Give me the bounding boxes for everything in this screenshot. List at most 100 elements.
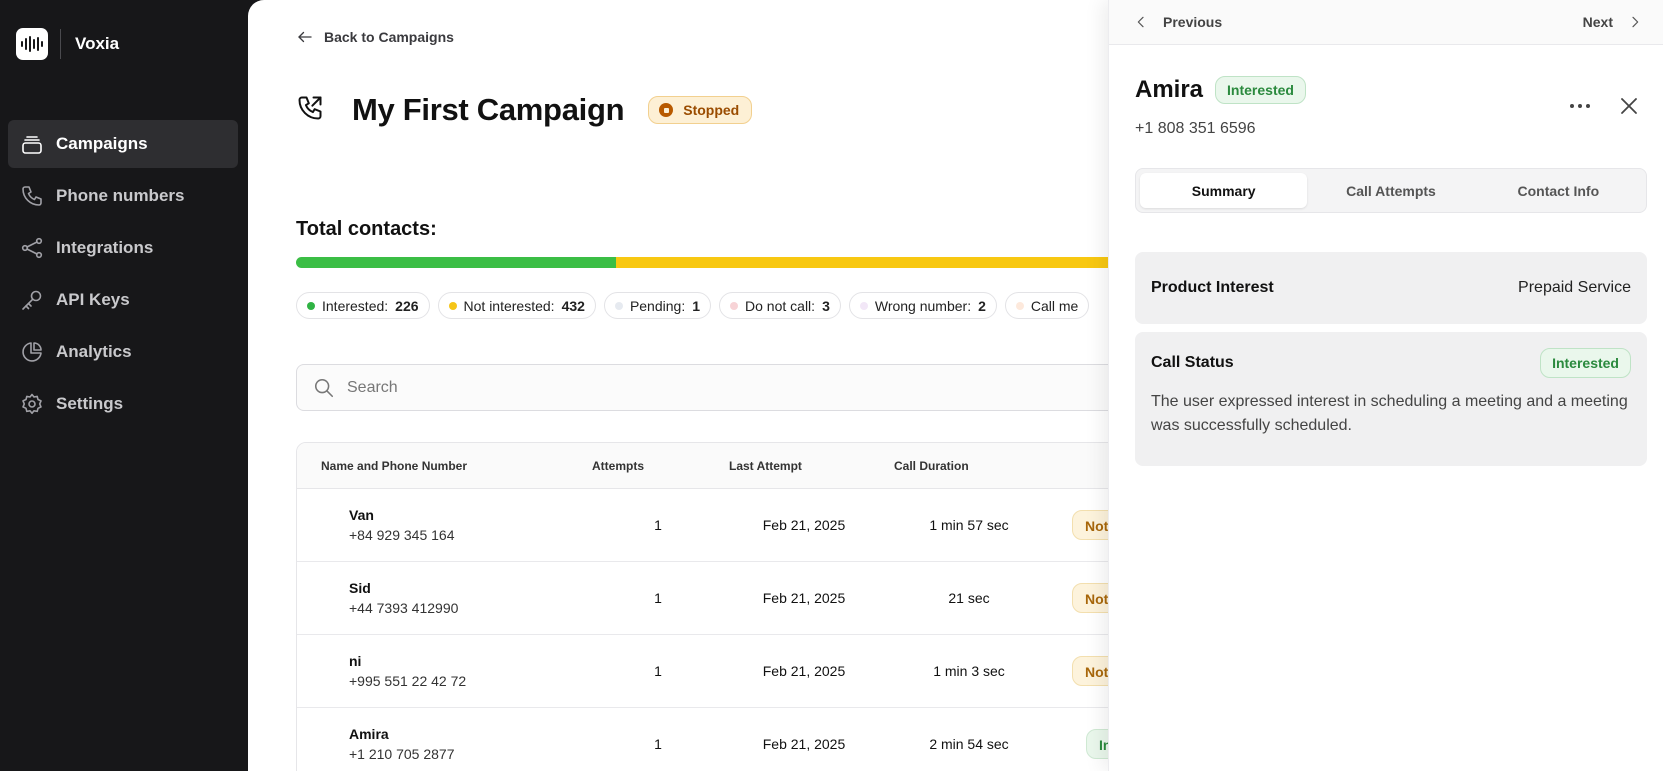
sidebar-item-label: Settings xyxy=(56,394,124,413)
sidebar-item-api-keys[interactable]: API Keys xyxy=(8,276,238,324)
sidebar-item-settings[interactable]: Settings xyxy=(8,380,238,428)
sidebar-item-integrations[interactable]: Integrations xyxy=(8,224,238,272)
status-chip-label: Pending: xyxy=(629,297,686,314)
row-attempts: 1 xyxy=(654,517,662,533)
column-header-attempts[interactable]: Attempts xyxy=(592,459,724,473)
search-icon xyxy=(314,378,334,397)
back-label: Back to Campaigns xyxy=(324,29,454,45)
close-panel-button[interactable] xyxy=(1617,94,1641,118)
previous-button[interactable]: Previous xyxy=(1133,14,1222,30)
column-header-last-attempt[interactable]: Last Attempt xyxy=(724,459,884,473)
column-header-name[interactable]: Name and Phone Number xyxy=(297,459,592,473)
contact-cell: Van +84 929 345 164 xyxy=(297,507,592,543)
status-chip[interactable]: Call me xyxy=(1004,292,1090,319)
search-input[interactable] xyxy=(347,378,947,397)
progress-interested-segment xyxy=(296,257,616,268)
sidebar-item-phone-numbers[interactable]: Phone numbers xyxy=(8,172,238,220)
stop-icon xyxy=(659,103,674,117)
row-contact-phone: +1 210 705 2877 xyxy=(349,746,455,762)
status-chip[interactable]: Not interested: 432 xyxy=(437,292,596,319)
product-interest-title: Product Interest xyxy=(1151,279,1274,296)
row-contact-name: Van xyxy=(349,507,374,523)
status-chip-label: Call me xyxy=(1030,297,1079,314)
table-row[interactable]: Van +84 929 345 164 1 Feb 21, 2025 1 min 57 … xyxy=(297,489,1155,562)
status-chip[interactable]: Do not call: 3 xyxy=(719,292,841,319)
sidebar-item-analytics[interactable]: Analytics xyxy=(8,328,238,376)
table-body: Van +84 929 345 164 1 Feb 21, 2025 1 min 57 … xyxy=(297,489,1155,771)
contact-phone: +1 808 351 6596 xyxy=(1135,120,1256,137)
status-chip-count: 1 xyxy=(692,297,701,314)
contact-cell: Sid +44 7393 412990 xyxy=(297,580,592,616)
row-call-duration: 1 min 57 sec xyxy=(929,517,1009,533)
tab-summary[interactable]: Summary xyxy=(1140,173,1308,208)
status-chip[interactable]: Interested: 226 xyxy=(296,292,430,319)
row-last-attempt: Feb 21, 2025 xyxy=(762,517,846,533)
contact-header: Amira Interested xyxy=(1135,76,1306,104)
product-interest-card: Product Interest Prepaid Service xyxy=(1135,252,1647,324)
status-dot-icon xyxy=(1015,301,1024,310)
campaign-status-label: Stopped xyxy=(683,102,740,118)
row-contact-phone: +84 929 345 164 xyxy=(349,527,455,543)
row-contact-name: ni xyxy=(349,653,362,669)
brand-divider xyxy=(60,29,61,59)
next-label: Next xyxy=(1582,14,1613,30)
contacts-progress-bar xyxy=(296,257,1116,268)
status-chips: Interested: 226 Not interested: 432 Pending:… xyxy=(296,292,1090,319)
total-contacts-label: Total contacts: xyxy=(296,218,437,240)
back-to-campaigns-link[interactable]: Back to Campaigns xyxy=(296,28,454,46)
phone-outgoing-icon xyxy=(296,94,324,127)
call-status-description: The user expressed interest in schedulin… xyxy=(1151,393,1628,434)
product-interest-value: Prepaid Service xyxy=(1518,279,1631,296)
contact-cell: Amira +1 210 705 2877 xyxy=(297,726,592,762)
status-chip[interactable]: Wrong number: 2 xyxy=(848,292,997,319)
sidebar-item-campaigns[interactable]: Campaigns xyxy=(8,120,238,168)
sidebar-nav: Campaigns Phone numbers Integrations API… xyxy=(8,120,238,432)
row-contact-name: Amira xyxy=(349,726,389,742)
row-contact-phone: +44 7393 412990 xyxy=(349,600,459,616)
brand[interactable]: Voxia xyxy=(16,28,119,60)
sidebar-item-label: Phone numbers xyxy=(56,186,185,205)
contact-name: Amira xyxy=(1135,76,1204,103)
status-chip-count: 226 xyxy=(395,297,419,314)
table-header: Name and Phone Number Attempts Last Atte… xyxy=(297,443,1155,489)
key-icon xyxy=(20,288,44,312)
contact-status-badge: Interested xyxy=(1215,76,1306,104)
row-last-attempt: Feb 21, 2025 xyxy=(762,663,846,679)
status-dot-icon xyxy=(307,301,315,310)
status-dot-icon xyxy=(614,301,623,310)
panel-tabs: Summary Call Attempts Contact Info xyxy=(1135,168,1647,213)
gear-icon xyxy=(20,392,44,416)
next-button[interactable]: Next xyxy=(1583,14,1643,30)
sidebar-item-label: API Keys xyxy=(56,290,130,309)
column-header-call-duration[interactable]: Call Duration xyxy=(884,459,1054,473)
search-bar[interactable] xyxy=(296,364,1156,411)
campaigns-icon xyxy=(20,132,44,156)
status-chip-count: 2 xyxy=(978,297,986,314)
sidebar-item-label: Campaigns xyxy=(56,134,148,153)
tab-contact-info[interactable]: Contact Info xyxy=(1475,173,1642,208)
app-name: Voxia xyxy=(75,34,120,53)
table-row[interactable]: ni +995 551 22 42 72 1 Feb 21, 2025 1 min 3 … xyxy=(297,635,1155,708)
status-chip-label: Interested: xyxy=(322,297,389,314)
table-row[interactable]: Amira +1 210 705 2877 1 Feb 21, 2025 2 min 5… xyxy=(297,708,1155,771)
row-call-duration: 21 sec xyxy=(948,590,990,606)
pie-chart-icon xyxy=(20,340,44,364)
status-dot-icon xyxy=(730,301,739,310)
more-options-button[interactable] xyxy=(1565,96,1595,116)
status-dot-icon xyxy=(859,301,868,310)
call-status-card: Call Status Interested The user expresse… xyxy=(1135,332,1647,466)
call-status-badge: Interested xyxy=(1540,348,1631,378)
sidebar: Voxia Campaigns Phone numbers Integratio… xyxy=(0,0,248,771)
status-dot-icon xyxy=(448,301,457,310)
row-last-attempt: Feb 21, 2025 xyxy=(762,590,846,606)
sidebar-item-label: Analytics xyxy=(56,342,132,361)
table-row[interactable]: Sid +44 7393 412990 1 Feb 21, 2025 21 sec Not xyxy=(297,562,1155,635)
arrow-left-icon xyxy=(298,31,312,43)
row-call-duration: 1 min 3 sec xyxy=(933,663,1005,679)
contact-cell: ni +995 551 22 42 72 xyxy=(297,653,592,689)
tab-call-attempts[interactable]: Call Attempts xyxy=(1307,173,1474,208)
status-chip[interactable]: Pending: 1 xyxy=(603,292,712,319)
integrations-icon xyxy=(20,236,44,260)
ellipsis-icon xyxy=(1570,104,1590,108)
close-icon xyxy=(1621,98,1637,114)
